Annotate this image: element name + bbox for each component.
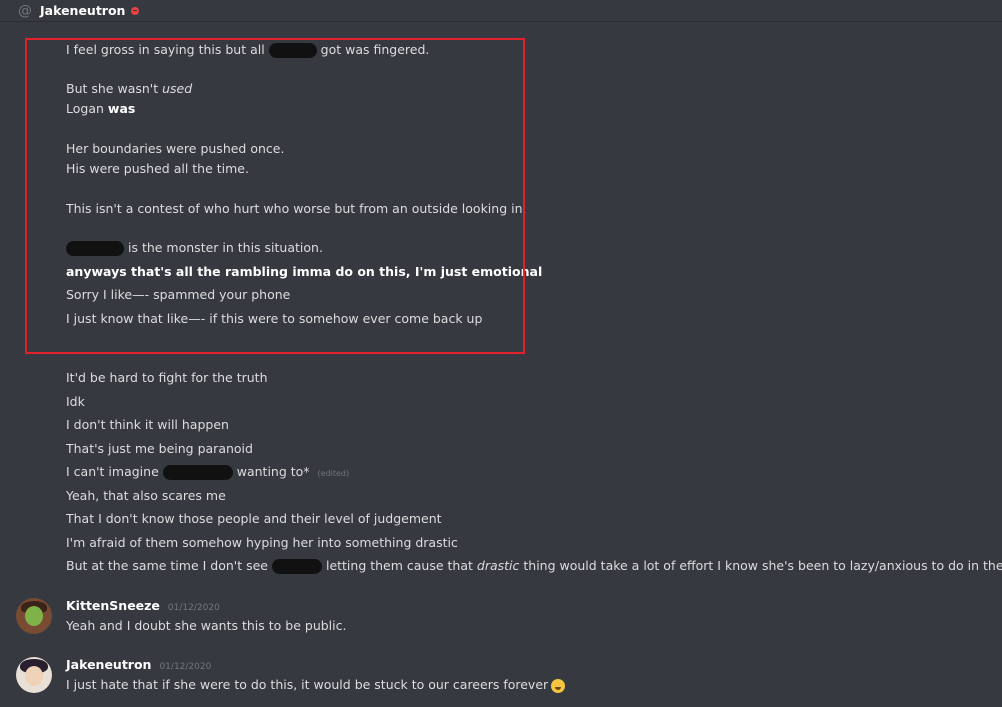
message-line: Her boundaries were pushed once.	[66, 141, 285, 156]
message-line: is the monster in this situation.	[66, 240, 323, 256]
message-author[interactable]: KittenSneeze 01/12/2020	[66, 598, 220, 613]
message-author[interactable]: Jakeneutron 01/12/2020	[66, 657, 211, 672]
avatar[interactable]	[16, 598, 52, 634]
at-sign-icon: @	[18, 2, 32, 19]
channel-header: @ Jakeneutron	[0, 0, 1002, 22]
message-line: Yeah and I doubt she wants this to be pu…	[66, 618, 347, 633]
message-line: That's just me being paranoid	[66, 441, 253, 456]
message-line: I'm afraid of them somehow hyping her in…	[66, 535, 458, 550]
message-line: Idk	[66, 394, 85, 409]
redaction-bar	[162, 465, 233, 480]
message-line: I just know that like—- if this were to …	[66, 311, 483, 326]
message-timestamp: 01/12/2020	[159, 662, 212, 672]
message-line: Sorry I like—- spammed your phone	[66, 287, 291, 302]
weary-face-icon	[551, 678, 566, 693]
message-line: Yeah, that also scares me	[66, 488, 226, 503]
message-line: But at the same time I don't see letting…	[66, 558, 1002, 574]
do-not-disturb-status-icon	[131, 6, 140, 15]
edited-label: (edited)	[317, 469, 350, 478]
message-line: I don't think it will happen	[66, 417, 229, 432]
message-line: Logan was	[66, 101, 136, 116]
message-line: anyways that's all the rambling imma do …	[66, 264, 543, 279]
message-line: That I don't know those people and their…	[66, 511, 442, 526]
message-line: But she wasn't used	[66, 81, 193, 96]
redaction-bar	[268, 43, 317, 58]
avatar[interactable]	[16, 657, 52, 693]
message-line: His were pushed all the time.	[66, 161, 249, 176]
message-timestamp: 01/12/2020	[167, 603, 220, 613]
message-line: I just hate that if she were to do this,…	[66, 677, 566, 693]
message-line: This isn't a contest of who hurt who wor…	[66, 201, 527, 216]
redaction-bar	[66, 241, 124, 256]
dm-username[interactable]: Jakeneutron	[40, 3, 125, 18]
redaction-bar	[271, 559, 322, 574]
message-line: I feel gross in saying this but all got …	[66, 42, 430, 58]
message-line: I can't imagine wanting to* (edited)	[66, 464, 350, 480]
message-line: It'd be hard to fight for the truth	[66, 370, 268, 385]
